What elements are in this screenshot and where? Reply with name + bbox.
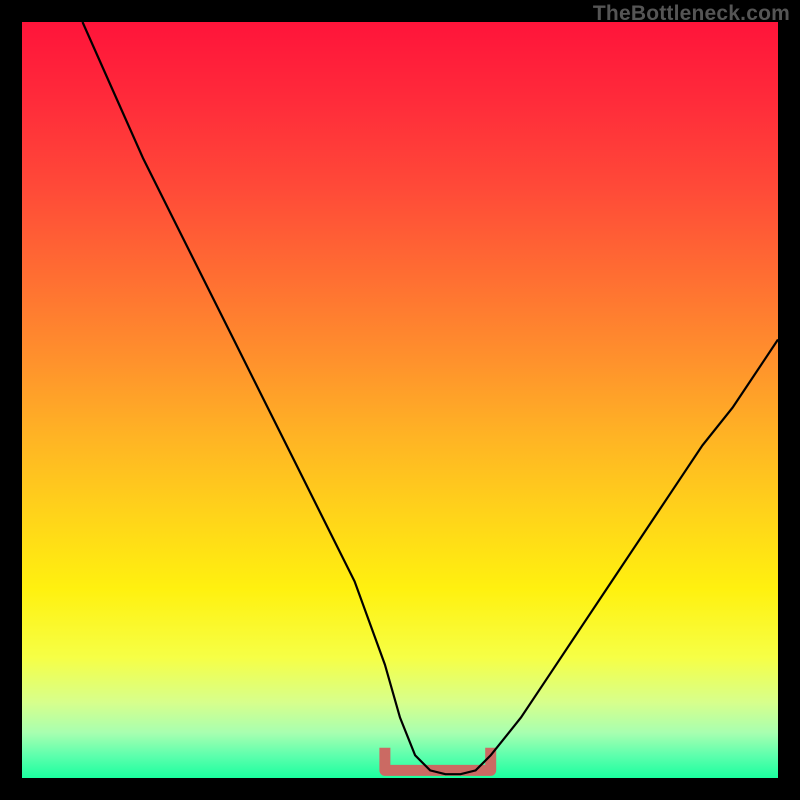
chart-frame: TheBottleneck.com xyxy=(0,0,800,800)
bottleneck-curve xyxy=(83,22,779,774)
chart-svg xyxy=(22,22,778,778)
plot-area xyxy=(22,22,778,778)
highlight-bracket xyxy=(385,748,491,771)
